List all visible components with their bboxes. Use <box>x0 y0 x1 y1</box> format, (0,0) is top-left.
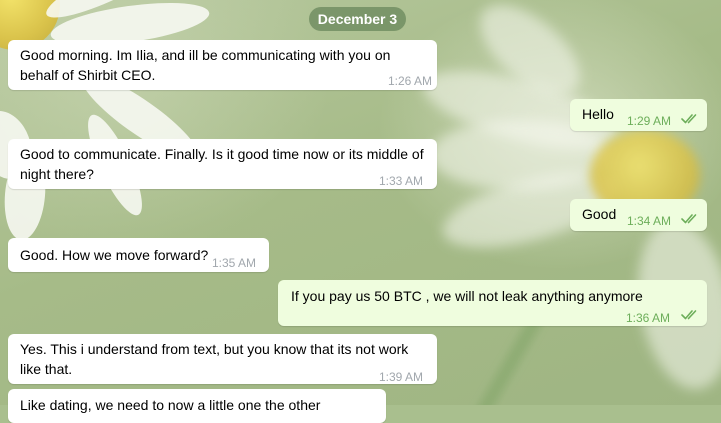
message-text: Good <box>582 206 617 222</box>
message-time: 1:26 AM <box>388 74 433 88</box>
message-bubble-incoming[interactable]: Yes. This i understand from text, but yo… <box>8 334 437 384</box>
message-bubble-incoming[interactable]: Good. How we move forward? 1:35 AM <box>8 238 269 272</box>
message-time: 1:34 AM <box>627 214 672 228</box>
message-time: 1:29 AM <box>627 114 672 128</box>
message-time: 1:39 AM <box>379 370 424 384</box>
message-text: If you pay us 50 BTC , we will not leak … <box>291 288 643 304</box>
message-bubble-outgoing[interactable]: Hello 1:29 AM <box>570 99 707 131</box>
message-text: Like dating, we need to now a little one… <box>20 397 321 413</box>
message-text: Good to communicate. Finally. Is it good… <box>20 146 424 182</box>
message-bubble-outgoing[interactable]: If you pay us 50 BTC , we will not leak … <box>278 280 707 326</box>
message-bubble-outgoing[interactable]: Good 1:34 AM <box>570 199 707 231</box>
message-text: Good morning. Im Ilia, and ill be commun… <box>20 47 391 83</box>
message-time: 1:33 AM <box>379 174 424 188</box>
message-text: Yes. This i understand from text, but yo… <box>20 341 409 377</box>
message-bubble-incoming[interactable]: Good morning. Im Ilia, and ill be commun… <box>8 40 437 90</box>
message-text: Hello <box>582 106 614 122</box>
double-check-icon <box>681 310 697 320</box>
message-bubble-incoming[interactable]: Good to communicate. Finally. Is it good… <box>8 139 437 189</box>
date-separator: December 3 <box>309 7 406 31</box>
message-time: 1:36 AM <box>626 311 671 325</box>
message-time: 1:35 AM <box>212 256 257 270</box>
double-check-icon <box>681 114 697 124</box>
message-bubble-incoming[interactable]: Like dating, we need to now a little one… <box>8 389 386 423</box>
message-text: Good. How we move forward? <box>20 247 209 263</box>
double-check-icon <box>681 214 697 224</box>
